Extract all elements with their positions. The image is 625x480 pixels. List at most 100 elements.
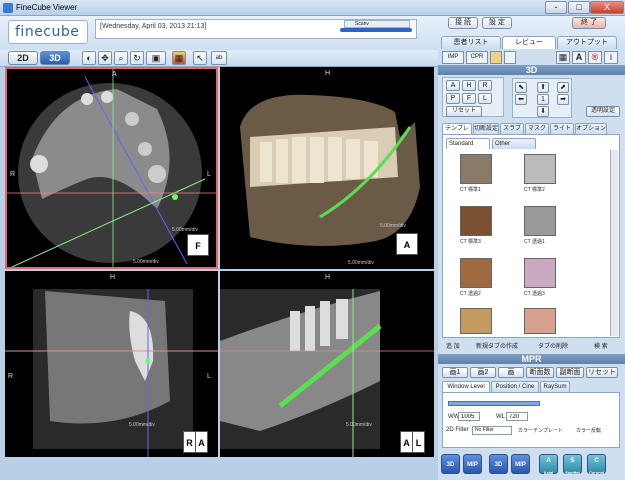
- tab-position-cine[interactable]: Position / Cine: [491, 381, 539, 392]
- mpr-btn-1[interactable]: 画1: [442, 367, 468, 378]
- orient-r-button[interactable]: R: [478, 80, 492, 91]
- tool-icon-2[interactable]: [504, 51, 516, 64]
- mode-3d-alt-button[interactable]: 3D: [489, 454, 508, 474]
- wl-input[interactable]: [506, 412, 528, 421]
- color-template-checkbox[interactable]: カラーテンプレート: [518, 427, 563, 434]
- tab-template[interactable]: テンプレート: [442, 123, 472, 142]
- panoramic-viewport[interactable]: H 5.00mm/div A L: [220, 271, 434, 457]
- axial-mode-button[interactable]: A Axial: [539, 454, 558, 475]
- annotate-icon[interactable]: A: [572, 51, 586, 64]
- rotate-up-left-icon[interactable]: ⬉: [515, 82, 527, 93]
- orient-h-button[interactable]: H: [462, 80, 476, 91]
- mpr-btn-5[interactable]: 副断面: [556, 367, 584, 378]
- app-icon: [3, 3, 13, 13]
- 3d-button[interactable]: 3D: [40, 51, 70, 65]
- grid-icon[interactable]: ▦: [556, 51, 570, 64]
- rotate-right-icon[interactable]: ➡: [557, 94, 569, 105]
- pan-icon[interactable]: ✥: [98, 51, 112, 65]
- search-button[interactable]: 検 索: [594, 341, 608, 350]
- 3d-orientation-badge: A: [396, 233, 418, 255]
- coronal-viewport[interactable]: H R L 5.00mm/div R A: [5, 271, 218, 457]
- capture-icon[interactable]: ▣: [146, 51, 166, 65]
- layout-icon[interactable]: ▦: [172, 51, 186, 65]
- transparency-button[interactable]: 透明設定: [586, 106, 620, 117]
- mpr-reset-button[interactable]: リセット: [586, 367, 618, 378]
- coronal-image: [5, 289, 218, 457]
- template-thumb-5[interactable]: [460, 258, 492, 288]
- add-button[interactable]: 追 加: [446, 341, 460, 350]
- 3d-top-label: H: [325, 70, 331, 77]
- tab-raysum[interactable]: RaySum: [540, 381, 570, 392]
- pointer-icon[interactable]: ↖: [193, 51, 207, 65]
- delete-tab-button[interactable]: タブの削除: [538, 341, 568, 350]
- template-thumb-2[interactable]: [524, 154, 556, 184]
- tool-icon-1[interactable]: [490, 51, 502, 64]
- orient-p-button[interactable]: P: [446, 93, 460, 104]
- tab-cut[interactable]: 切断設定: [473, 123, 499, 134]
- tab-options[interactable]: オプション: [575, 123, 607, 134]
- new-tab-button[interactable]: 新規タブの作成: [476, 341, 518, 350]
- mode-mip-alt-button[interactable]: MIP: [511, 454, 530, 474]
- mode-mip-button[interactable]: MIP: [463, 454, 482, 474]
- coronal-mode-button[interactable]: C Coronal: [587, 454, 606, 475]
- minimize-button[interactable]: -: [545, 1, 567, 14]
- exit-button[interactable]: 終 了: [572, 17, 606, 29]
- axial-mode-sub: Axial: [543, 470, 554, 475]
- 3d-render-viewport[interactable]: H 5.00mm/div 5.00mm/div A: [220, 67, 434, 269]
- tab-patient-list[interactable]: 患者リスト: [441, 36, 501, 49]
- zoom-icon[interactable]: ⌕: [114, 51, 128, 65]
- section-3d-header: 3D: [438, 65, 625, 75]
- rotate-up-right-icon[interactable]: ⬈: [557, 82, 569, 93]
- settings-button[interactable]: 設 定: [482, 17, 512, 29]
- sagittal-mode-button[interactable]: S Sagittal: [563, 454, 582, 475]
- connect-button[interactable]: 接 続: [448, 17, 478, 29]
- orient-l-button[interactable]: L: [478, 93, 492, 104]
- template-thumb-4[interactable]: [524, 206, 556, 236]
- orient-f-button[interactable]: F: [462, 93, 476, 104]
- filter-select[interactable]: No Filter: [472, 426, 512, 435]
- template-thumb-6[interactable]: [524, 258, 556, 288]
- rotate-up-icon[interactable]: ⬆: [537, 82, 549, 93]
- annotation-icon[interactable]: ab: [211, 51, 227, 65]
- tab-slab[interactable]: スラブ: [500, 123, 524, 134]
- tab-window-level[interactable]: Window Level: [442, 381, 490, 392]
- tab-light[interactable]: ライト: [550, 123, 574, 134]
- mpr-btn-3[interactable]: 画: [498, 367, 524, 378]
- cpr-button[interactable]: CPR: [466, 51, 488, 64]
- mode-3d-button[interactable]: 3D: [441, 454, 460, 474]
- mpr-btn-4[interactable]: 断面数: [526, 367, 554, 378]
- tab-output[interactable]: アウトプット: [557, 36, 617, 49]
- axial-scale-y: 5.00mm/div: [172, 227, 198, 233]
- ww-input[interactable]: [458, 412, 480, 421]
- scan-slider[interactable]: [340, 28, 412, 32]
- tab-review[interactable]: レビュー: [502, 36, 556, 49]
- axial-viewport[interactable]: A R L 5.00mm/div 5.00mm/div F: [5, 67, 218, 269]
- panoramic-top-label: H: [325, 274, 331, 281]
- maximize-button[interactable]: □: [568, 1, 590, 14]
- imp-button[interactable]: IMP: [442, 51, 464, 64]
- tab-mask[interactable]: マスク: [525, 123, 549, 134]
- axial-mode-letter: A: [546, 458, 551, 464]
- subtab-standard[interactable]: Standard: [446, 138, 490, 149]
- 2d-button[interactable]: 2D: [8, 51, 38, 65]
- wl-range-slider[interactable]: [448, 401, 540, 406]
- orient-a-button[interactable]: A: [446, 80, 460, 91]
- info-icon[interactable]: i: [604, 51, 618, 64]
- mpr-btn-2[interactable]: 画2: [470, 367, 496, 378]
- close-button[interactable]: X: [590, 1, 624, 14]
- template-scrollbar[interactable]: [610, 150, 618, 336]
- contrast-icon[interactable]: ◐: [82, 51, 96, 65]
- template-thumb-8[interactable]: [524, 308, 556, 334]
- rotation-pad: ⬉ ⬆ ⬈ ⬅ 1 ➡ ⬇: [512, 78, 572, 118]
- rotate-left-icon[interactable]: ⬅: [515, 94, 527, 105]
- rotate-down-icon[interactable]: ⬇: [537, 106, 549, 117]
- rotate-center-icon[interactable]: 1: [537, 94, 549, 105]
- rotate-icon[interactable]: ↻: [130, 51, 144, 65]
- template-thumb-3[interactable]: [460, 206, 492, 236]
- template-thumb-7[interactable]: [460, 308, 492, 334]
- color-invert-checkbox[interactable]: カラー反転: [576, 427, 601, 434]
- record-icon[interactable]: ®: [588, 51, 602, 64]
- template-thumb-1[interactable]: [460, 154, 492, 184]
- reset-button[interactable]: リセット: [446, 106, 482, 117]
- subtab-other[interactable]: Other: [492, 138, 536, 149]
